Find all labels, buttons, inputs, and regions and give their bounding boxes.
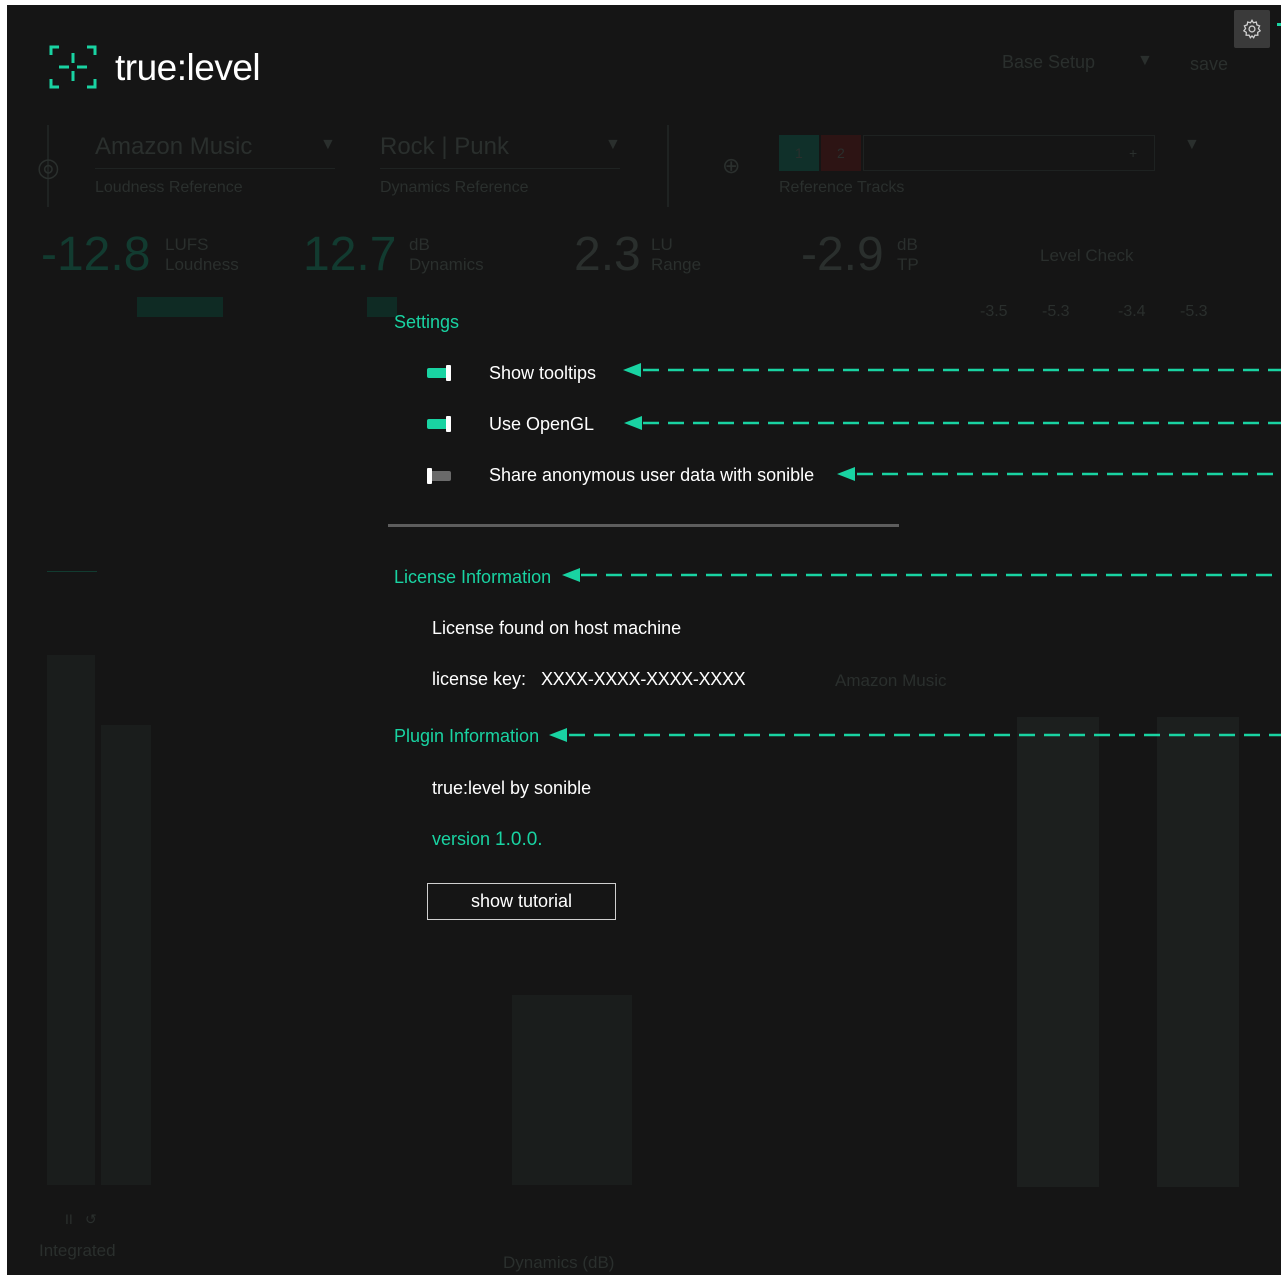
loudness-label: Loudness: [165, 255, 239, 274]
true-peak-unit: dB: [897, 235, 918, 254]
level-check-value: -5.3: [1042, 303, 1070, 320]
dynamics-select-underline: [380, 168, 620, 169]
share-data-label: Share anonymous user data with sonible: [489, 465, 815, 485]
dynamics-histogram: [512, 995, 632, 1185]
range-unit: LU: [651, 235, 673, 254]
app-title: true:level: [115, 47, 261, 88]
version-number: 1.0.0.: [495, 829, 543, 850]
integrated-mode-label[interactable]: Integrated: [39, 1241, 116, 1261]
reference-tracks-label: Reference Tracks: [779, 179, 905, 196]
arrow-head: [562, 568, 580, 582]
dynamics-label: Dynamics: [409, 255, 484, 274]
arrow-head: [549, 728, 567, 742]
loudness-unit: LUFS: [165, 235, 209, 254]
use-opengl-toggle[interactable]: [427, 416, 451, 432]
plugin-version: version 1.0.0.: [432, 829, 543, 850]
reference-empty-slots[interactable]: [863, 135, 1155, 171]
settings-section-title: Settings: [394, 312, 460, 332]
dynamics-reference-label: Dynamics Reference: [380, 179, 529, 196]
reference-target-icon: ⊕: [722, 153, 741, 178]
loudness-select-underline: [95, 168, 335, 169]
plugin-section-title: Plugin Information: [394, 726, 540, 746]
reference-bracket-right: [667, 125, 669, 207]
license-key-label: license key:: [432, 669, 527, 689]
show-tutorial-button[interactable]: show tutorial: [427, 883, 616, 920]
loudness-meter-column: [101, 725, 151, 1185]
loudness-reference-label: Loudness Reference: [95, 179, 243, 196]
setup-dropdown-arrow-icon[interactable]: ▼: [1137, 52, 1153, 70]
loudness-dropdown-arrow-icon[interactable]: ▼: [320, 136, 336, 154]
license-status: License found on host machine: [432, 618, 682, 638]
setup-preset-label[interactable]: Base Setup: [1002, 52, 1095, 73]
dynamics-indicator: [367, 297, 397, 317]
share-data-toggle[interactable]: [427, 468, 451, 484]
arrow-head: [837, 467, 855, 481]
dynamics-axis-label: Dynamics (dB): [503, 1253, 615, 1272]
show-tooltips-toggle[interactable]: [427, 365, 451, 381]
dynamics-dropdown-arrow-icon[interactable]: ▼: [605, 136, 621, 154]
dynamics-reference-select[interactable]: Rock | Punk: [380, 133, 509, 161]
plugin-name: true:level by sonible: [432, 778, 592, 798]
license-key-value: XXXX-XXXX-XXXX-XXXX: [541, 669, 746, 689]
add-reference-button[interactable]: +: [1129, 145, 1137, 161]
level-check-value: -3.4: [1118, 303, 1146, 320]
arrow-head: [624, 416, 642, 430]
level-meter-bar: [1157, 717, 1239, 1187]
level-check-title: Level Check: [1040, 246, 1134, 265]
level-meter-bar: [1017, 717, 1099, 1187]
true-peak-value: -2.9: [801, 228, 884, 281]
save-button[interactable]: save: [1190, 54, 1228, 75]
range-label: Range: [651, 255, 702, 274]
settings-button[interactable]: [1234, 10, 1270, 48]
reference-slot-2[interactable]: 2: [821, 135, 861, 171]
arrow-head: [623, 363, 641, 377]
loudness-reference-select[interactable]: Amazon Music: [95, 133, 252, 161]
target-icon: ◎: [37, 152, 60, 182]
range-value: 2.3: [574, 228, 641, 281]
section-divider: [388, 524, 899, 527]
pause-icon[interactable]: II: [65, 1211, 73, 1227]
reference-slot-1[interactable]: 1: [779, 135, 819, 171]
plugin-window: Base Setup ▼ save ◎ Amazon Music ▼ Loudn…: [7, 5, 1281, 1275]
loudness-value: -12.8: [41, 228, 151, 281]
loudness-indicator: [137, 297, 223, 317]
reset-icon[interactable]: ↺: [85, 1211, 97, 1228]
level-check-value: -5.3: [1180, 303, 1208, 320]
target-line: [47, 571, 97, 572]
dynamics-value: 12.7: [303, 228, 397, 281]
show-tooltips-label: Show tooltips: [489, 363, 597, 383]
loudness-meter-column: [47, 655, 95, 1185]
true-peak-label: TP: [897, 255, 919, 274]
crosshair-logo-icon: [49, 45, 97, 89]
target-platform-label: Amazon Music: [835, 671, 947, 690]
gear-arrow-stub: [1277, 23, 1281, 26]
level-check-value: -3.5: [980, 303, 1008, 320]
use-opengl-label: Use OpenGL: [489, 414, 595, 434]
dynamics-unit: dB: [409, 235, 430, 254]
reference-dropdown-arrow-icon[interactable]: ▼: [1184, 136, 1200, 154]
license-section-title: License Information: [394, 567, 552, 587]
gear-icon: [1242, 19, 1262, 39]
